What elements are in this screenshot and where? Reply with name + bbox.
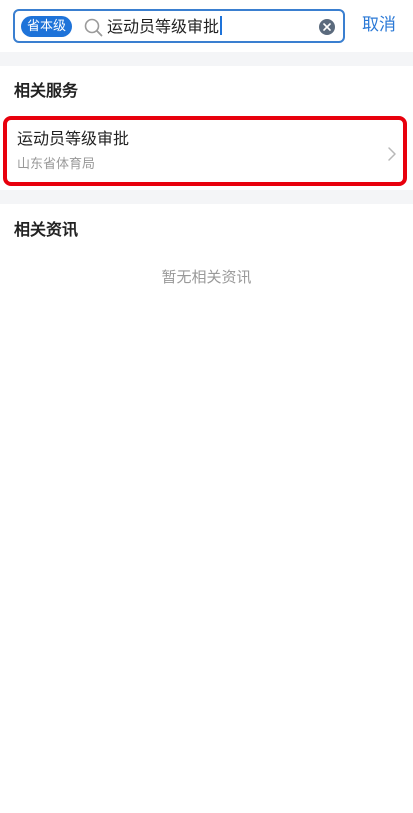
text-caret xyxy=(220,16,223,35)
search-box[interactable]: 省本级 运动员等级审批 xyxy=(13,9,345,43)
section-divider xyxy=(0,52,413,66)
service-name: 运动员等级审批 xyxy=(17,129,130,148)
scope-chip[interactable]: 省本级 xyxy=(21,16,73,37)
search-input[interactable]: 运动员等级审批 xyxy=(107,16,223,38)
section-divider xyxy=(0,190,413,204)
related-news-title: 相关资讯 xyxy=(14,220,79,239)
service-department: 山东省体育局 xyxy=(17,157,96,172)
search-bar: 省本级 运动员等级审批 取消 xyxy=(0,0,413,52)
search-query: 运动员等级审批 xyxy=(107,17,220,36)
search-results-page: 省本级 运动员等级审批 取消 相关服务 运动员等级审批 山东省体育局 相关资讯 … xyxy=(0,0,413,813)
clear-icon[interactable] xyxy=(319,19,335,35)
chevron-right-icon xyxy=(387,146,397,162)
empty-news-message: 暂无相关资讯 xyxy=(161,268,252,286)
cancel-button[interactable]: 取消 xyxy=(362,13,396,37)
related-services-title: 相关服务 xyxy=(14,81,79,100)
search-icon xyxy=(83,17,105,39)
service-item[interactable]: 运动员等级审批 山东省体育局 xyxy=(3,116,407,186)
